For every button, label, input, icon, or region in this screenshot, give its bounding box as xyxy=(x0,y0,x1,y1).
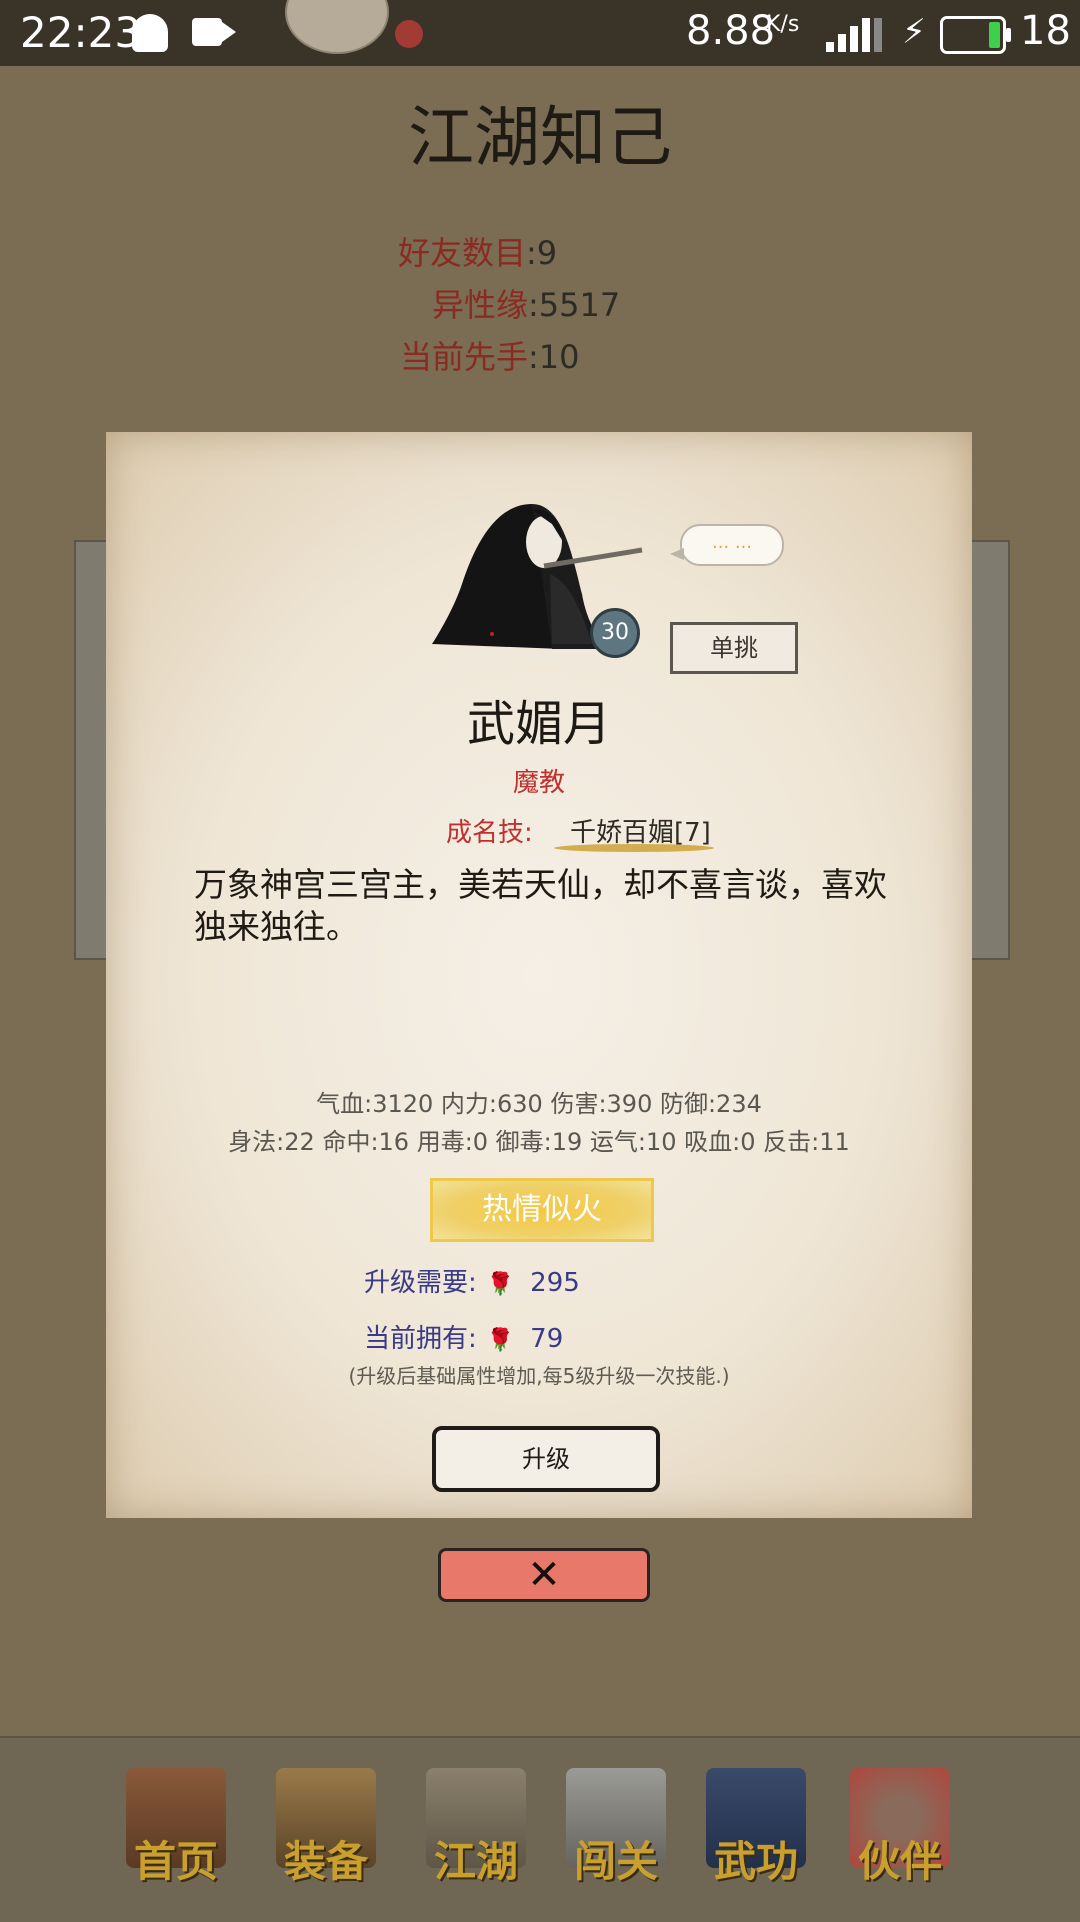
stat-charm: 异性缘:5517 xyxy=(432,280,620,326)
nav-item-jianghu[interactable]: 江湖 xyxy=(416,1768,536,1898)
bottom-nav: 首页 装备 江湖 闯关 武功 伙伴 xyxy=(0,1736,1080,1922)
charging-icon: ⚡ xyxy=(902,12,926,52)
stat-label: 当前先手 xyxy=(400,338,529,376)
signal-icon xyxy=(826,16,882,52)
upgrade-button[interactable]: 升级 xyxy=(432,1426,660,1492)
floating-avatar-badge xyxy=(395,20,423,48)
character-dialog: 30 ... ... 单挑 武媚月 魔教 成名技: 千娇百媚[7] 万象神宫三宫… xyxy=(106,432,972,1518)
nav-label: 武功 xyxy=(713,1837,798,1886)
status-bar: 22:23 8.88 K/s ⚡ 18 xyxy=(0,0,1080,66)
battery-icon xyxy=(940,16,1011,54)
nav-label: 首页 xyxy=(133,1837,218,1886)
nav-item-martial-arts[interactable]: 武功 xyxy=(696,1768,816,1898)
character-name: 武媚月 xyxy=(466,696,611,752)
nav-label: 江湖 xyxy=(433,1837,518,1886)
stat-value: :9 xyxy=(526,234,558,272)
owned-value: 79 xyxy=(530,1324,564,1354)
rose-icon: 🌹 xyxy=(486,1272,515,1297)
network-speed-unit: K/s xyxy=(766,12,800,37)
upgrade-cost-label: 升级需要: xyxy=(364,1268,477,1298)
video-camera-icon xyxy=(192,18,236,46)
attributes-secondary: 身法:22 命中:16 用毒:0 御毒:19 运气:10 吸血:0 反击:11 xyxy=(228,1128,850,1156)
nav-item-equipment[interactable]: 装备 xyxy=(266,1768,386,1898)
speech-bubble: ... ... xyxy=(670,524,784,566)
close-button[interactable]: ✕ xyxy=(438,1548,650,1602)
nav-label: 伙伴 xyxy=(857,1837,942,1886)
attributes-primary: 气血:3120 内力:630 伤害:390 防御:234 xyxy=(316,1090,762,1118)
battery-level: 18 xyxy=(1020,8,1071,54)
rose-icon: 🌹 xyxy=(486,1328,515,1353)
status-time: 22:23 xyxy=(20,8,142,57)
stat-label: 异性缘 xyxy=(432,286,529,324)
owned-roses-row: 当前拥有: 🌹 79 xyxy=(364,1318,563,1355)
stat-value: :5517 xyxy=(528,286,621,324)
stat-value: :10 xyxy=(528,338,580,376)
network-speed: 8.88 xyxy=(686,8,776,54)
character-faction: 魔教 xyxy=(512,768,565,798)
floating-avatar[interactable] xyxy=(285,0,389,54)
level-badge: 30 xyxy=(590,608,640,658)
duel-button[interactable]: 单挑 xyxy=(670,622,798,674)
stat-initiative: 当前先手:10 xyxy=(400,332,580,378)
stat-friend-count: 好友数目:9 xyxy=(398,228,557,274)
nav-label: 装备 xyxy=(283,1837,368,1886)
upgrade-note: (升级后基础属性增加,每5级升级一次技能.) xyxy=(348,1364,730,1388)
close-icon: ✕ xyxy=(527,1552,561,1598)
affection-button[interactable]: 热情似火 xyxy=(430,1178,654,1242)
nav-item-companions[interactable]: 伙伴 xyxy=(840,1768,960,1898)
signature-skill-label: 成名技: xyxy=(446,818,533,848)
upgrade-cost-row: 升级需要: 🌹 295 xyxy=(364,1262,580,1299)
skill-underline xyxy=(554,844,714,852)
owned-label: 当前拥有: xyxy=(364,1324,477,1354)
nav-item-home[interactable]: 首页 xyxy=(116,1768,236,1898)
character-description: 万象神宫三宫主，美若天仙，却不喜言谈，喜欢独来独往。 xyxy=(194,865,887,946)
nav-label: 闯关 xyxy=(573,1837,658,1886)
ghost-notification-icon xyxy=(132,14,168,52)
upgrade-cost-value: 295 xyxy=(530,1268,580,1298)
nav-item-challenge[interactable]: 闯关 xyxy=(556,1768,676,1898)
page-title: 江湖知己 xyxy=(408,99,672,176)
stat-label: 好友数目 xyxy=(398,234,527,272)
